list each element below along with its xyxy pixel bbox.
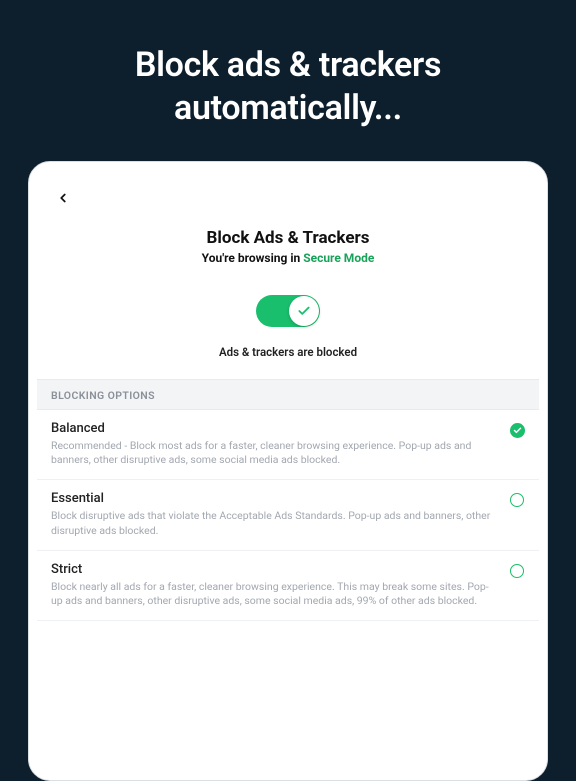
chevron-left-icon	[56, 191, 70, 205]
option-balanced[interactable]: Balanced Recommended - Block most ads fo…	[37, 410, 539, 480]
secure-mode-label: Secure Mode	[303, 251, 374, 265]
option-body: Essential Block disruptive ads that viol…	[51, 491, 499, 537]
radio-unselected-icon	[510, 493, 524, 507]
device-frame: Block Ads & Trackers You're browsing in …	[28, 161, 548, 781]
subtitle-prefix: You're browsing in	[202, 251, 304, 265]
option-strict[interactable]: Strict Block nearly all ads for a faster…	[37, 551, 539, 621]
toggle-knob	[289, 296, 319, 326]
option-body: Balanced Recommended - Block most ads fo…	[51, 421, 499, 467]
headline-line1: Block ads & trackers	[135, 45, 441, 85]
check-icon	[297, 304, 311, 318]
option-desc: Recommended - Block most ads for a faste…	[51, 439, 499, 467]
page-title: Block Ads & Trackers	[57, 228, 519, 248]
option-desc: Block nearly all ads for a faster, clean…	[51, 580, 499, 608]
back-button[interactable]	[49, 184, 77, 212]
ads-blocking-toggle[interactable]	[256, 295, 320, 327]
page-subtitle: You're browsing in Secure Mode	[57, 251, 519, 265]
option-essential[interactable]: Essential Block disruptive ads that viol…	[37, 480, 539, 550]
option-radio	[509, 563, 525, 579]
option-radio	[509, 422, 525, 438]
option-desc: Block disruptive ads that violate the Ac…	[51, 509, 499, 537]
app-screen: Block Ads & Trackers You're browsing in …	[37, 170, 539, 772]
check-icon	[513, 426, 522, 435]
option-title: Strict	[51, 562, 499, 577]
section-header: BLOCKING OPTIONS	[37, 379, 539, 410]
option-title: Essential	[51, 491, 499, 506]
headline-line2: automatically...	[174, 88, 402, 128]
toggle-wrap	[37, 277, 539, 337]
hero-section: Block Ads & Trackers You're browsing in …	[37, 218, 539, 277]
radio-selected-icon	[510, 423, 525, 438]
nav-bar	[37, 170, 539, 218]
option-title: Balanced	[51, 421, 499, 436]
toggle-status-label: Ads & trackers are blocked	[37, 337, 539, 379]
option-radio	[509, 492, 525, 508]
option-body: Strict Block nearly all ads for a faster…	[51, 562, 499, 608]
radio-unselected-icon	[510, 564, 524, 578]
marketing-headline: Block ads & trackers automatically...	[0, 0, 576, 161]
